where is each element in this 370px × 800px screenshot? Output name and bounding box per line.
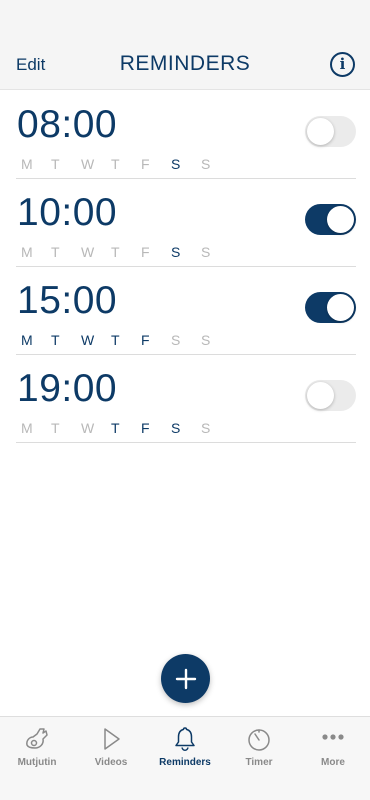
tab-videos[interactable]: Videos (74, 717, 148, 800)
day-label: F (141, 244, 150, 260)
plus-icon (175, 668, 196, 689)
day-label: S (201, 244, 211, 260)
day-label: F (141, 332, 150, 348)
toggle-knob (327, 206, 354, 233)
day-label: T (51, 156, 60, 172)
toggle-knob (307, 118, 334, 145)
day-label: T (111, 156, 120, 172)
nav-header: Edit REMINDERS i (0, 0, 370, 90)
reminder-toggle[interactable] (305, 116, 356, 147)
reminder-toggle[interactable] (305, 292, 356, 323)
day-label: F (141, 156, 150, 172)
tab-bar: Mutjutin Videos Reminders Timer More (0, 716, 370, 800)
day-label: W (81, 420, 95, 436)
reminder-time[interactable]: 15:00 (17, 279, 117, 323)
day-label: S (171, 332, 181, 348)
bell-icon (175, 727, 195, 752)
day-label: T (111, 244, 120, 260)
tab-label: Mutjutin (17, 757, 57, 768)
reminder-days: M T W T F S S (21, 332, 231, 348)
day-label: S (201, 332, 211, 348)
reminder-time[interactable]: 10:00 (17, 191, 117, 235)
day-label: S (201, 420, 211, 436)
tab-timer[interactable]: Timer (222, 717, 296, 800)
timer-icon (248, 729, 270, 751)
reminder-days: M T W T F S S (21, 420, 231, 436)
tab-label: More (321, 757, 345, 768)
day-label: M (21, 420, 33, 436)
toggle-knob (327, 294, 354, 321)
page-title: REMINDERS (119, 52, 251, 75)
mutjutin-icon (26, 728, 48, 749)
tab-label: Reminders (159, 757, 211, 768)
reminder-days: M T W T F S S (21, 244, 231, 260)
reminder-row[interactable]: 08:00 M T W T F S S (16, 91, 356, 179)
day-label: T (51, 332, 60, 348)
toggle-knob (307, 382, 334, 409)
day-label: F (141, 420, 150, 436)
day-label: S (171, 156, 181, 172)
reminder-row[interactable]: 10:00 M T W T F S S (16, 179, 356, 267)
day-label: S (171, 244, 181, 260)
reminder-toggle[interactable] (305, 204, 356, 235)
tab-label: Timer (245, 757, 273, 768)
tab-mutjutin[interactable]: Mutjutin (0, 717, 74, 800)
day-label: T (51, 244, 60, 260)
day-label: S (201, 156, 211, 172)
day-label: M (21, 332, 33, 348)
info-button[interactable]: i (330, 52, 355, 77)
tab-label: Videos (94, 757, 128, 768)
reminder-list: 08:00 M T W T F S S 10:00 M T W T F S S … (0, 91, 370, 443)
reminder-time[interactable]: 08:00 (17, 103, 117, 147)
day-label: T (111, 420, 120, 436)
day-label: W (81, 332, 95, 348)
more-dots-icon (322, 734, 344, 740)
reminder-toggle[interactable] (305, 380, 356, 411)
reminder-time[interactable]: 19:00 (17, 367, 117, 411)
tab-more[interactable]: More (296, 717, 370, 800)
day-label: W (81, 156, 95, 172)
day-label: W (81, 244, 95, 260)
reminder-days: M T W T F S S (21, 156, 231, 172)
tab-reminders[interactable]: Reminders (148, 717, 222, 800)
day-label: T (111, 332, 120, 348)
day-label: M (21, 244, 33, 260)
add-reminder-button[interactable] (161, 654, 210, 703)
info-icon: i (339, 55, 346, 73)
reminder-row[interactable]: 15:00 M T W T F S S (16, 267, 356, 355)
reminder-row[interactable]: 19:00 M T W T F S S (16, 355, 356, 443)
day-label: S (171, 420, 181, 436)
day-label: M (21, 156, 33, 172)
play-icon (104, 728, 120, 750)
day-label: T (51, 420, 60, 436)
